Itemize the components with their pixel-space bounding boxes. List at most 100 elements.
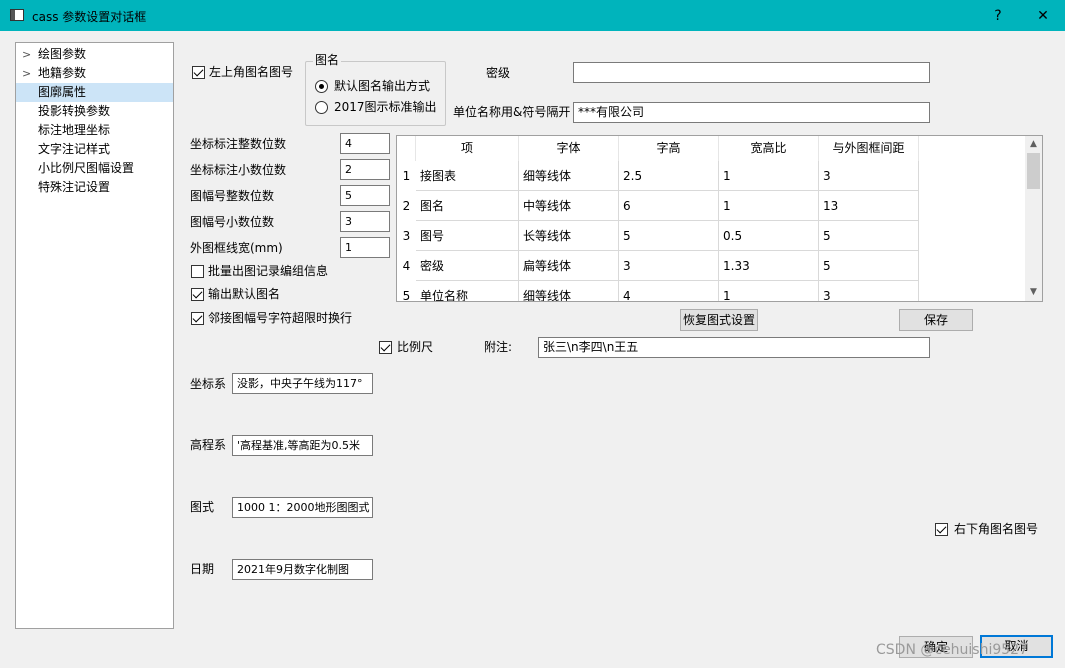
tree-item-label: 文字注记样式 bbox=[38, 142, 111, 156]
sheet-dec-input[interactable]: 3 bbox=[340, 211, 390, 232]
row-header[interactable]: 5 bbox=[397, 281, 416, 301]
elevation-system-input[interactable]: '高程基准,等高距为0.5米 bbox=[232, 435, 373, 456]
table-cell[interactable]: 4 bbox=[619, 281, 719, 301]
row-header[interactable]: 1 bbox=[397, 161, 416, 191]
chevron-right-icon[interactable]: > bbox=[22, 64, 31, 83]
map-style-input[interactable]: 1000 1：2000地形图图式 bbox=[232, 497, 373, 518]
tree-item-label: 地籍参数 bbox=[38, 66, 87, 80]
app-icon bbox=[10, 9, 24, 21]
tree-item-special-notes[interactable]: 特殊注记设置 bbox=[16, 178, 173, 197]
table-cell[interactable]: 图名 bbox=[416, 191, 519, 221]
unit-name-input[interactable]: ***有限公司 bbox=[573, 102, 930, 123]
column-header[interactable]: 字高 bbox=[619, 136, 719, 161]
tree-item-label: 小比例尺图幅设置 bbox=[38, 161, 135, 175]
row-header[interactable]: 2 bbox=[397, 191, 416, 221]
table-cell[interactable]: 扁等线体 bbox=[519, 251, 619, 281]
wrap-sheet-label: 邻接图幅号字符超限时换行 bbox=[208, 311, 353, 325]
note-input[interactable]: 张三\n李四\n王五 bbox=[538, 337, 930, 358]
group-title: 图名 bbox=[313, 52, 342, 68]
default-name-checkbox[interactable] bbox=[191, 288, 204, 301]
window-title: cass 参数设置对话框 bbox=[32, 10, 147, 24]
column-header[interactable]: 与外图框间距 bbox=[819, 136, 919, 161]
scrollbar-thumb[interactable] bbox=[1027, 153, 1040, 189]
radio-default-label: 默认图名输出方式 bbox=[334, 79, 431, 93]
wrap-sheet-checkbox[interactable] bbox=[191, 312, 204, 325]
column-header[interactable]: 字体 bbox=[519, 136, 619, 161]
table-cell[interactable]: 0.5 bbox=[719, 221, 819, 251]
restore-style-button[interactable]: 恢复图式设置 bbox=[680, 309, 758, 331]
table-cell[interactable]: 细等线体 bbox=[519, 281, 619, 301]
table-cell[interactable]: 长等线体 bbox=[519, 221, 619, 251]
table-cell[interactable]: 接图表 bbox=[416, 161, 519, 191]
table-cell[interactable]: 3 bbox=[819, 281, 919, 301]
note-label: 附注: bbox=[484, 340, 513, 354]
scroll-up-icon[interactable]: ▲ bbox=[1025, 136, 1042, 153]
help-button[interactable]: ? bbox=[983, 4, 1013, 28]
top-left-title-checkbox[interactable] bbox=[192, 66, 205, 79]
table-cell[interactable]: 1.33 bbox=[719, 251, 819, 281]
scale-checkbox[interactable] bbox=[379, 341, 392, 354]
top-left-title-label: 左上角图名图号 bbox=[209, 65, 294, 79]
tree-item-small-scale[interactable]: 小比例尺图幅设置 bbox=[16, 159, 173, 178]
radio-2017-standard[interactable] bbox=[315, 101, 328, 114]
radio-default-title[interactable] bbox=[315, 80, 328, 93]
table-cell[interactable]: 13 bbox=[819, 191, 919, 221]
radio-2017-label: 2017图示标准输出 bbox=[334, 100, 437, 114]
close-button[interactable]: ✕ bbox=[1028, 4, 1058, 28]
font-settings-table[interactable]: 项 字体 字高 宽高比 与外图框间距 1 接图表 细等线体 2.5 1 3 2 … bbox=[396, 135, 1043, 302]
batch-record-checkbox[interactable] bbox=[191, 265, 204, 278]
column-header[interactable]: 宽高比 bbox=[719, 136, 819, 161]
table-cell[interactable]: 5 bbox=[619, 221, 719, 251]
table-cell[interactable]: 5 bbox=[819, 221, 919, 251]
date-input[interactable]: 2021年9月数字化制图 bbox=[232, 559, 373, 580]
tree-item-geo-coords[interactable]: 标注地理坐标 bbox=[16, 121, 173, 140]
table-cell[interactable]: 密级 bbox=[416, 251, 519, 281]
coord-int-label: 坐标标注整数位数 bbox=[190, 137, 287, 151]
table-cell[interactable]: 3 bbox=[819, 161, 919, 191]
tree-item-label: 投影转换参数 bbox=[38, 104, 111, 118]
column-header[interactable]: 项 bbox=[416, 136, 519, 161]
date-label: 日期 bbox=[190, 562, 215, 576]
row-header[interactable]: 3 bbox=[397, 221, 416, 251]
table-cell[interactable]: 图号 bbox=[416, 221, 519, 251]
coord-system-label: 坐标系 bbox=[190, 377, 227, 391]
title-bar: cass 参数设置对话框 ? ✕ bbox=[0, 0, 1065, 31]
table-cell[interactable]: 细等线体 bbox=[519, 161, 619, 191]
sheet-int-input[interactable]: 5 bbox=[340, 185, 390, 206]
sheet-int-label: 图幅号整数位数 bbox=[190, 189, 275, 203]
table-cell[interactable]: 6 bbox=[619, 191, 719, 221]
chevron-right-icon[interactable]: > bbox=[22, 45, 31, 64]
row-header[interactable]: 4 bbox=[397, 251, 416, 281]
tree-item-label: 特殊注记设置 bbox=[38, 180, 111, 194]
tree-item-frame-properties[interactable]: 图廓属性 bbox=[16, 83, 173, 102]
table-cell[interactable]: 3 bbox=[619, 251, 719, 281]
tree-item-projection[interactable]: 投影转换参数 bbox=[16, 102, 173, 121]
map-style-label: 图式 bbox=[190, 500, 215, 514]
default-name-label: 输出默认图名 bbox=[208, 287, 281, 301]
coord-dec-input[interactable]: 2 bbox=[340, 159, 390, 180]
table-cell[interactable]: 1 bbox=[719, 281, 819, 301]
table-cell[interactable]: 单位名称 bbox=[416, 281, 519, 301]
scale-label: 比例尺 bbox=[397, 340, 434, 354]
coord-int-input[interactable]: 4 bbox=[340, 133, 390, 154]
tree-item-cadastral-params[interactable]: > 地籍参数 bbox=[16, 64, 173, 83]
secret-level-input[interactable] bbox=[573, 62, 930, 83]
table-cell[interactable]: 5 bbox=[819, 251, 919, 281]
save-button[interactable]: 保存 bbox=[899, 309, 973, 331]
scroll-down-icon[interactable]: ▼ bbox=[1025, 284, 1042, 301]
coord-dec-label: 坐标标注小数位数 bbox=[190, 163, 287, 177]
table-scrollbar[interactable]: ▲ ▼ bbox=[1025, 136, 1042, 301]
settings-tree[interactable]: > 绘图参数 > 地籍参数 图廓属性 投影转换参数 标注地理坐标 文字注记样式 … bbox=[15, 42, 174, 629]
unit-name-label: 单位名称用&符号隔开 bbox=[453, 105, 571, 119]
bottom-right-title-checkbox[interactable] bbox=[935, 523, 948, 536]
table-cell[interactable]: 中等线体 bbox=[519, 191, 619, 221]
table-cell[interactable]: 1 bbox=[719, 191, 819, 221]
table-cell[interactable]: 1 bbox=[719, 161, 819, 191]
table-cell[interactable]: 2.5 bbox=[619, 161, 719, 191]
tree-item-drawing-params[interactable]: > 绘图参数 bbox=[16, 45, 173, 64]
frame-width-label: 外图框线宽(mm) bbox=[190, 241, 283, 255]
frame-width-input[interactable]: 1 bbox=[340, 237, 390, 258]
batch-record-label: 批量出图记录编组信息 bbox=[208, 264, 329, 278]
coord-system-input[interactable]: 没影，中央子午线为117° bbox=[232, 373, 373, 394]
tree-item-text-styles[interactable]: 文字注记样式 bbox=[16, 140, 173, 159]
